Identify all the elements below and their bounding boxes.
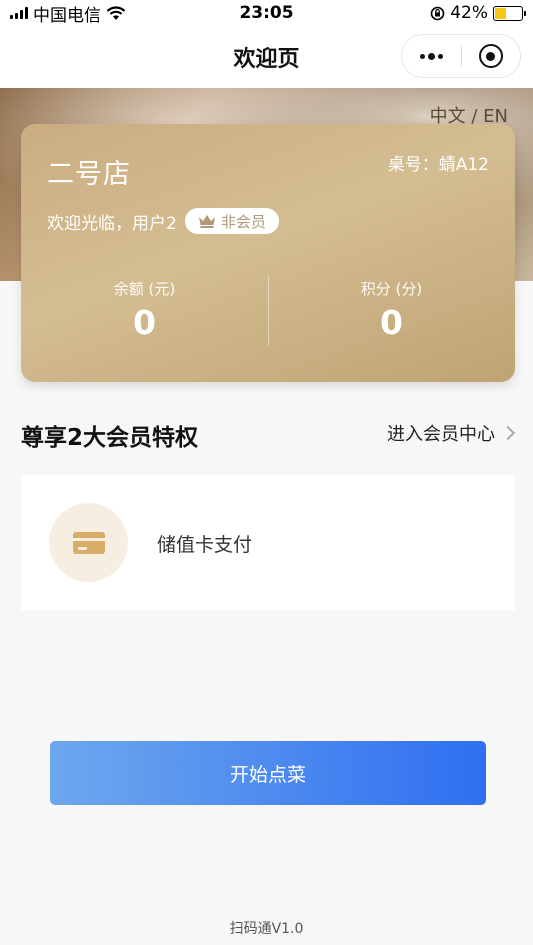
carrier-name: 中国电信 [33, 5, 101, 26]
privilege-label: 储值卡支付 [157, 534, 253, 556]
store-name: 二号店 [47, 159, 131, 190]
wifi-icon [106, 5, 126, 20]
member-status-badge: 非会员 [184, 208, 279, 234]
close-target-icon [478, 44, 503, 68]
mini-program-capsule [401, 34, 521, 78]
status-left: 中国电信 [10, 1, 126, 26]
member-center-link[interactable]: 进入会员中心 [387, 420, 516, 446]
welcome-text: 欢迎光临，用户2 [47, 213, 177, 234]
battery-charging-icon [493, 5, 526, 21]
more-dots-icon [419, 52, 443, 60]
balance-label: 余额 (元) [113, 280, 176, 298]
crown-icon [198, 215, 215, 228]
nav-bar: 欢迎页 [0, 26, 533, 88]
privileges-heading: 尊享2大会员特权 [21, 425, 199, 451]
points-label: 积分 (分) [360, 280, 423, 298]
balance-stat[interactable]: 余额 (元) 0 [21, 278, 268, 342]
start-ordering-button[interactable]: 开始点菜 [50, 741, 486, 805]
signal-icon [10, 7, 28, 19]
version-text: 扫码通V1.0 [229, 921, 304, 937]
member-card: 二号店 桌号：蜻A12 欢迎光临，用户2 非会员 余额 (元) 0 积分 (分)… [21, 124, 515, 382]
status-bar: 中国电信 23:05 42% [0, 0, 533, 26]
table-number: 桌号：蜻A12 [387, 155, 489, 175]
balance-value: 0 [133, 303, 156, 342]
more-button[interactable] [402, 35, 461, 77]
orientation-lock-icon [430, 6, 445, 20]
privilege-item[interactable]: 储值卡支付 [21, 475, 515, 610]
points-value: 0 [380, 303, 403, 342]
member-status-label: 非会员 [220, 212, 266, 231]
welcome-row: 欢迎光临，用户2 非会员 [47, 208, 279, 234]
privilege-icon-circle [49, 503, 128, 582]
close-button[interactable] [462, 35, 521, 77]
member-center-label: 进入会员中心 [387, 424, 495, 445]
status-right: 42% [430, 3, 526, 23]
stored-value-card-icon [72, 531, 105, 554]
chevron-right-icon [500, 425, 516, 441]
points-stat[interactable]: 积分 (分) 0 [268, 278, 515, 342]
page-title: 欢迎页 [233, 47, 300, 72]
battery-percent: 42% [450, 3, 488, 23]
